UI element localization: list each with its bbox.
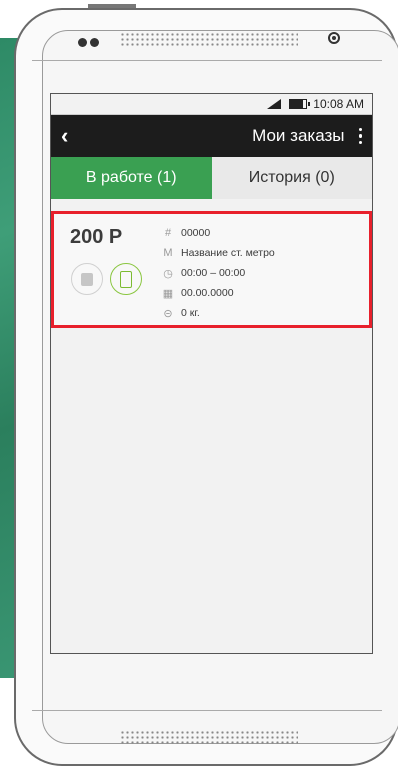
tab-in-progress[interactable]: В работе (1)	[51, 157, 212, 199]
tab-bar: В работе (1) История (0)	[51, 157, 372, 199]
status-time: 10:08 AM	[313, 97, 364, 111]
calendar-icon: ▦	[162, 287, 174, 300]
order-metro: Название ст. метро	[181, 247, 275, 259]
bottom-speaker-grille	[120, 730, 298, 744]
order-number: 00000	[181, 227, 211, 239]
order-time: 00:00 – 00:00	[181, 267, 246, 279]
metro-icon: M	[163, 247, 173, 259]
sensor-dots	[78, 34, 102, 52]
shopping-bag-icon	[71, 263, 103, 295]
page-title: Мои заказы	[252, 126, 345, 145]
timer-icon: ◷	[163, 267, 173, 280]
app-screen: 10:08 AM ‹ Мои заказы В работе (1) Истор…	[50, 93, 373, 654]
order-weight-row: ⊝ 0 кг.	[161, 303, 275, 323]
frame-divider-top	[32, 60, 382, 61]
order-weight: 0 кг.	[181, 307, 200, 319]
order-number-row: # 00000	[161, 223, 275, 243]
frame-divider-bottom	[32, 710, 382, 711]
tab-history[interactable]: История (0)	[211, 157, 372, 199]
order-date-row: ▦ 00.00.0000	[161, 283, 275, 303]
back-icon[interactable]: ‹	[61, 123, 81, 149]
signal-icon	[267, 99, 282, 109]
weight-icon: ⊝	[163, 307, 173, 320]
top-speaker-grille	[120, 32, 298, 46]
order-time-row: ◷ 00:00 – 00:00	[161, 263, 275, 283]
overflow-menu-icon[interactable]	[358, 127, 362, 145]
order-price: 200 Р	[70, 226, 123, 248]
front-camera	[328, 32, 340, 44]
battery-icon	[289, 99, 311, 109]
hash-icon: #	[164, 227, 172, 239]
order-metro-row: M Название ст. метро	[161, 243, 275, 263]
phone-button	[88, 4, 136, 8]
order-card[interactable]: 200 Р # 00000 M Название ст. метро ◷ 00:…	[51, 211, 372, 328]
order-details: # 00000 M Название ст. метро ◷ 00:00 – 0…	[161, 223, 275, 323]
app-bar: ‹ Мои заказы	[51, 115, 372, 157]
payment-terminal-icon	[110, 263, 142, 295]
status-bar: 10:08 AM	[51, 94, 372, 115]
order-date: 00.00.0000	[181, 287, 234, 299]
